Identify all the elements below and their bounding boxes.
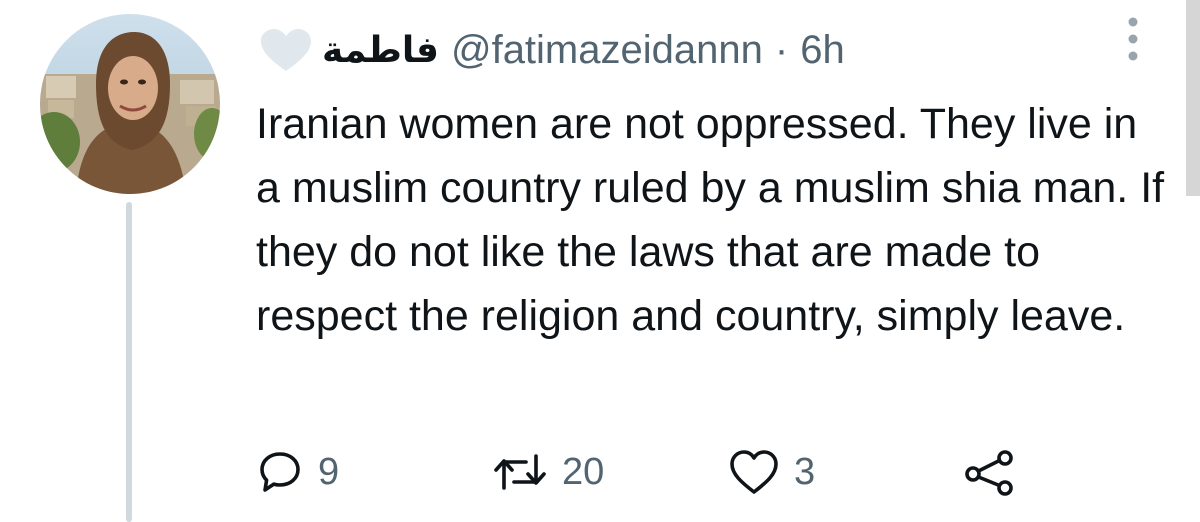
share-icon (965, 450, 1013, 496)
thread-line (126, 202, 132, 522)
retweet-count: 20 (562, 450, 605, 493)
white-heart-icon (261, 29, 311, 71)
header-separator: · (774, 27, 789, 72)
reply-count: 9 (318, 450, 340, 493)
reply-button[interactable]: 9 (256, 440, 339, 504)
tweet-header: فاطمة @fatimazeidannn · 6h (258, 18, 845, 82)
retweet-icon (494, 454, 546, 490)
like-count: 3 (794, 450, 816, 493)
share-button[interactable] (964, 440, 1016, 504)
tweet-timestamp[interactable]: 6h (800, 28, 845, 73)
scrollbar[interactable] (1186, 0, 1200, 196)
display-name[interactable]: فاطمة (322, 30, 439, 71)
user-handle[interactable]: @fatimazeidannn (451, 28, 763, 73)
heart-icon (730, 450, 778, 494)
like-button[interactable]: 3 (728, 440, 815, 504)
more-vertical-icon[interactable] (1118, 14, 1148, 64)
avatar[interactable] (40, 14, 220, 194)
profile-photo (40, 14, 220, 194)
tweet-text: Iranian women are not oppressed. They li… (256, 100, 1165, 340)
reply-icon (260, 452, 300, 492)
retweet-button[interactable]: 20 (492, 440, 604, 504)
